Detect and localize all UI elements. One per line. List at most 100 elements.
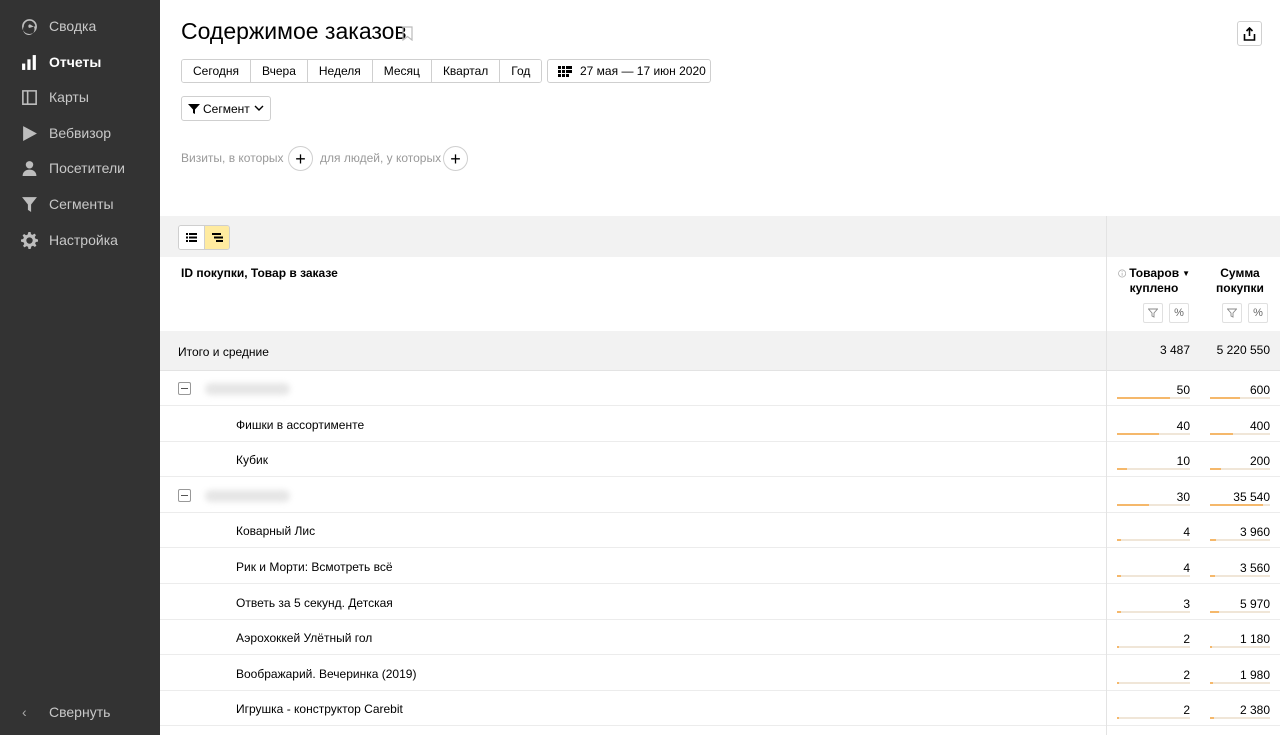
chevron-left-icon: ‹ xyxy=(22,704,27,720)
sidebar-item-label: Вебвизор xyxy=(49,125,112,141)
period-yesterday-button[interactable]: Вчера xyxy=(251,60,308,82)
share-bar xyxy=(1210,611,1270,613)
add-people-condition-button[interactable]: + xyxy=(443,146,468,171)
share-bar xyxy=(1117,504,1190,506)
collapse-sidebar-button[interactable]: ‹ Свернуть xyxy=(0,697,160,727)
items-bought-value: 3 xyxy=(1183,597,1190,611)
share-bar xyxy=(1210,717,1270,719)
metric-percent-button[interactable]: % xyxy=(1248,303,1268,323)
share-bar-fill xyxy=(1117,504,1149,506)
share-bar-fill xyxy=(1117,646,1119,648)
column-divider xyxy=(1106,216,1107,735)
tree-icon xyxy=(211,233,223,242)
items-bought-value: 50 xyxy=(1176,383,1190,397)
share-bar-fill xyxy=(1210,433,1233,435)
period-year-button[interactable]: Год xyxy=(500,60,542,82)
dimension-column-header[interactable]: ID покупки, Товар в заказе xyxy=(181,266,338,280)
table-toolbar xyxy=(160,216,1280,257)
items-bought-value: 4 xyxy=(1183,561,1190,575)
share-bar xyxy=(1210,433,1270,435)
product-name: Фишки в ассортименте xyxy=(236,418,365,432)
sidebar-item-maps[interactable]: Карты xyxy=(0,82,160,112)
date-range-button[interactable]: 27 мая — 17 июн 2020 xyxy=(547,59,711,83)
bookmark-icon[interactable] xyxy=(402,26,413,41)
share-bar-fill xyxy=(1210,717,1214,719)
period-week-button[interactable]: Неделя xyxy=(307,60,373,82)
share-bar-fill xyxy=(1210,575,1215,577)
metric-percent-button[interactable]: % xyxy=(1169,303,1189,323)
period-today-button[interactable]: Сегодня xyxy=(182,60,251,82)
items-bought-value: 4 xyxy=(1183,525,1190,539)
product-name: Игрушка - конструктор Carebit xyxy=(236,702,403,716)
sidebar-item-label: Сегменты xyxy=(49,196,114,212)
share-bar xyxy=(1210,468,1270,470)
purchase-sum-value: 600 xyxy=(1249,383,1270,397)
metric-filter-button[interactable] xyxy=(1143,303,1163,323)
funnel-icon xyxy=(188,103,200,115)
percent-icon: % xyxy=(1253,307,1263,319)
share-bar xyxy=(1117,717,1190,719)
product-name: Воображарий. Вечеринка (2019) xyxy=(236,667,417,681)
share-bar-fill xyxy=(1117,433,1159,435)
share-bar-fill xyxy=(1210,468,1221,470)
metric-header-items-bought[interactable]: Товаров ▼ куплено xyxy=(1118,266,1190,296)
segment-button[interactable]: Сегмент xyxy=(181,96,271,121)
share-bar-fill xyxy=(1210,646,1212,648)
plus-icon: + xyxy=(295,148,306,169)
total-items-bought: 3 487 xyxy=(1159,343,1190,357)
collapse-group-toggle[interactable] xyxy=(178,382,191,395)
total-purchase-sum: 5 220 550 xyxy=(1216,343,1270,357)
metric-header-line1: Товаров xyxy=(1129,266,1180,280)
people-condition-label: для людей, у которых xyxy=(320,151,442,165)
sidebar-item-reports[interactable]: Отчеты xyxy=(0,47,160,77)
percent-icon: % xyxy=(1174,307,1184,319)
period-month-button[interactable]: Месяц xyxy=(372,60,432,82)
share-bar xyxy=(1210,504,1270,506)
chevron-down-icon xyxy=(254,105,264,112)
share-bar xyxy=(1117,575,1190,577)
items-bought-value: 30 xyxy=(1176,490,1190,504)
items-bought-value: 2 xyxy=(1183,632,1190,646)
sidebar-item-label: Настройка xyxy=(49,232,118,248)
sidebar-item-label: Отчеты xyxy=(49,54,102,70)
sidebar-item-label: Посетители xyxy=(49,160,125,176)
share-bar xyxy=(1117,539,1190,541)
list-view-button[interactable] xyxy=(179,226,204,249)
page-title: Содержимое заказов xyxy=(181,18,407,44)
metric-header-line1: Сумма xyxy=(1220,266,1260,280)
sidebar-item-settings[interactable]: Настройка xyxy=(0,225,160,255)
share-bar xyxy=(1210,646,1270,648)
metric-filter-button[interactable] xyxy=(1222,303,1242,323)
date-range-label: 27 мая — 17 июн 2020 xyxy=(580,64,706,78)
plus-icon: + xyxy=(450,148,461,169)
purchase-sum-value: 400 xyxy=(1249,419,1270,433)
items-bought-value: 10 xyxy=(1176,454,1190,468)
add-visit-condition-button[interactable]: + xyxy=(288,146,313,171)
share-bar-fill xyxy=(1210,397,1240,399)
share-bar-fill xyxy=(1210,504,1263,506)
purchase-sum-value: 2 380 xyxy=(1239,703,1270,717)
share-bar-fill xyxy=(1117,611,1121,613)
share-icon xyxy=(1243,26,1256,41)
calendar-icon xyxy=(558,65,572,77)
bar-chart-icon xyxy=(20,53,38,71)
share-bar-fill xyxy=(1210,539,1216,541)
share-bar-fill xyxy=(1117,717,1119,719)
collapse-group-toggle[interactable] xyxy=(178,489,191,502)
view-mode-toggle xyxy=(178,225,230,250)
funnel-icon xyxy=(1148,308,1158,318)
sidebar-item-visitors[interactable]: Посетители xyxy=(0,153,160,183)
tree-view-button[interactable] xyxy=(204,226,229,249)
info-icon[interactable] xyxy=(1118,268,1127,279)
metric-header-purchase-sum[interactable]: Сумма покупки xyxy=(1208,266,1272,296)
product-name: Аэрохоккей Улётный гол xyxy=(236,631,373,645)
items-bought-value: 40 xyxy=(1176,419,1190,433)
funnel-icon xyxy=(20,195,38,213)
collapse-label: Свернуть xyxy=(49,704,111,720)
period-quarter-button[interactable]: Квартал xyxy=(431,60,501,82)
sidebar-item-segments[interactable]: Сегменты xyxy=(0,189,160,219)
share-button[interactable] xyxy=(1237,21,1262,46)
share-bar-fill xyxy=(1210,682,1213,684)
sidebar-item-summary[interactable]: Сводка xyxy=(0,11,160,41)
sidebar-item-webvisor[interactable]: Вебвизор xyxy=(0,118,160,148)
